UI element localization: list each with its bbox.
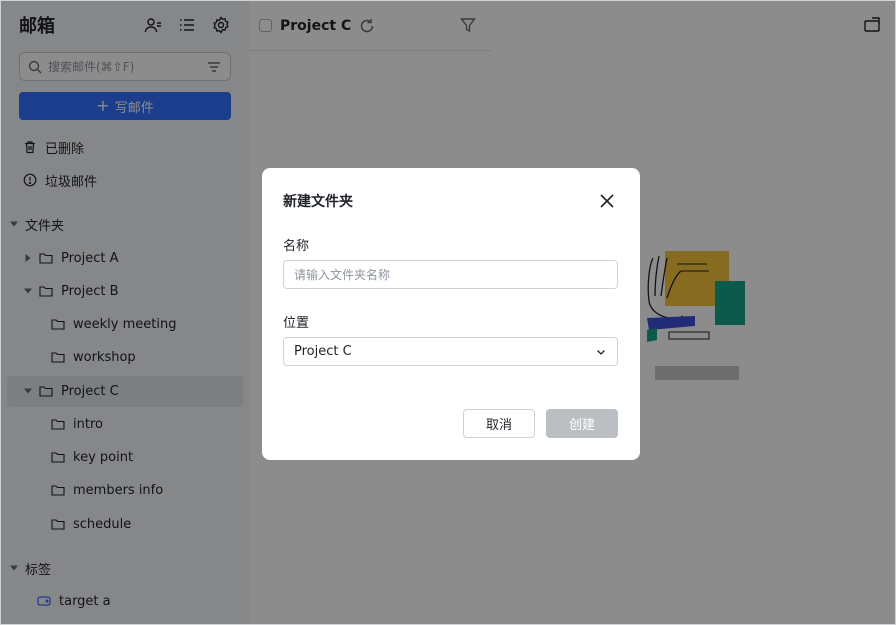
- create-button[interactable]: 创建: [546, 409, 618, 438]
- name-field-label: 名称: [283, 239, 310, 254]
- dialog-title: 新建文件夹: [283, 194, 353, 210]
- close-icon[interactable]: [598, 192, 616, 210]
- chevron-down-icon: [597, 349, 605, 355]
- new-folder-dialog: 新建文件夹 名称 位置 Project C 取消 创建: [262, 168, 640, 460]
- location-select[interactable]: Project C: [283, 337, 618, 366]
- cancel-button[interactable]: 取消: [463, 409, 535, 438]
- location-field-label: 位置: [283, 316, 310, 331]
- location-value: Project C: [294, 344, 352, 359]
- folder-name-input[interactable]: [283, 260, 618, 289]
- mail-app: 邮箱 + 写邮件 已删除: [0, 0, 896, 625]
